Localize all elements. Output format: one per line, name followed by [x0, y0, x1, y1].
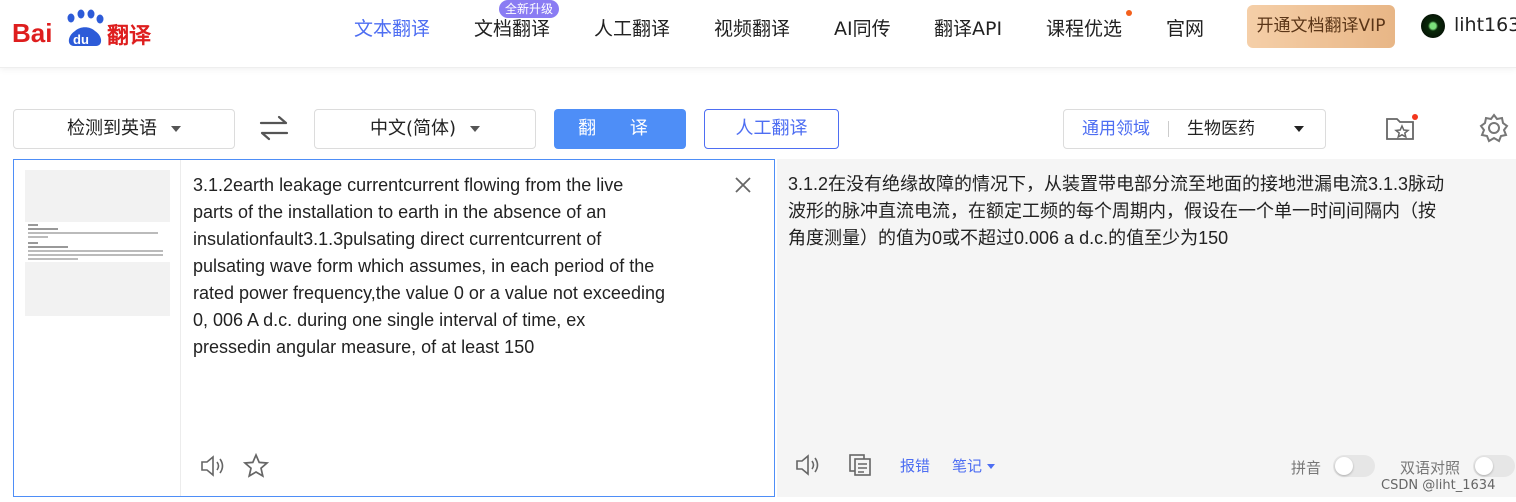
- nav-doc-translate[interactable]: 文档翻译: [474, 14, 550, 41]
- nav-text-translate[interactable]: 文本翻译: [354, 14, 430, 41]
- pinyin-toggle[interactable]: [1333, 455, 1375, 477]
- star-icon[interactable]: [242, 452, 270, 479]
- human-translate-button[interactable]: 人工翻译: [704, 109, 839, 149]
- source-language-select[interactable]: 检测到英语: [13, 109, 235, 149]
- chevron-down-icon: [987, 464, 996, 469]
- svg-text:翻译: 翻译: [107, 24, 152, 49]
- target-language-select[interactable]: 中文(简体): [314, 109, 536, 149]
- pinyin-label: 拼音: [1291, 459, 1322, 477]
- new-upgrade-badge: 全新升级: [499, 0, 560, 18]
- baidu-translate-logo[interactable]: Bai du 翻译: [12, 6, 152, 52]
- nav-ai-interpret[interactable]: AI同传: [834, 14, 891, 41]
- source-panel: 3.1.2earth leakage currentcurrent flowin…: [13, 159, 775, 497]
- nav-video-translate[interactable]: 视频翻译: [714, 14, 790, 41]
- notes-label: 笔记: [952, 457, 983, 475]
- nav-courses[interactable]: 课程优选: [1046, 14, 1122, 41]
- chevron-down-icon[interactable]: [1294, 126, 1304, 132]
- nav-translate-api[interactable]: 翻译API: [934, 14, 1002, 41]
- settings-gear-icon[interactable]: [1478, 112, 1510, 144]
- source-language-label: 检测到英语: [67, 118, 157, 139]
- domain-biomedicine-option[interactable]: 生物医药: [1187, 110, 1255, 148]
- bilingual-label: 双语对照: [1400, 459, 1461, 477]
- speaker-icon[interactable]: [795, 454, 821, 476]
- report-error-link[interactable]: 报错: [900, 455, 930, 476]
- csdn-watermark: CSDN @liht_1634: [1381, 478, 1496, 493]
- svg-text:du: du: [73, 32, 89, 47]
- svg-text:Bai: Bai: [12, 18, 52, 48]
- translate-button[interactable]: 翻 译: [554, 109, 686, 149]
- clear-close-icon[interactable]: [734, 176, 752, 194]
- source-image-thumbnail[interactable]: [25, 170, 170, 316]
- copy-icon[interactable]: [848, 453, 872, 477]
- vip-button[interactable]: 开通文档翻译VIP: [1247, 5, 1395, 48]
- domain-selector: 通用领域 生物医药: [1063, 109, 1326, 149]
- result-panel: 3.1.2在没有绝缘故障的情况下，从装置带电部分流至地面的接地泄漏电流3.1.3…: [777, 159, 1516, 497]
- username: liht1634: [1454, 14, 1516, 36]
- target-language-label: 中文(简体): [369, 118, 457, 139]
- favorites-folder-icon[interactable]: [1385, 113, 1419, 143]
- nav-human-translate[interactable]: 人工翻译: [594, 14, 670, 41]
- chevron-down-icon: [171, 126, 181, 132]
- chevron-down-icon: [470, 126, 481, 132]
- divider: [180, 160, 181, 496]
- top-header: Bai du 翻译 文本翻译 文档翻译 全新升级 人工翻译 视频翻译 AI同传 …: [0, 0, 1516, 68]
- divider: [1168, 121, 1169, 137]
- translation-result-text: 3.1.2在没有绝缘故障的情况下，从装置带电部分流至地面的接地泄漏电流3.1.3…: [788, 174, 1445, 248]
- speaker-icon[interactable]: [200, 455, 226, 477]
- bilingual-toggle[interactable]: [1473, 455, 1515, 477]
- swap-languages-icon[interactable]: [259, 114, 289, 142]
- nav-official-site[interactable]: 官网: [1166, 14, 1204, 41]
- notification-dot: [1126, 10, 1132, 16]
- avatar: [1421, 14, 1445, 38]
- source-text-input[interactable]: 3.1.2earth leakage currentcurrent flowin…: [193, 172, 738, 361]
- baidu-paw-logo-icon: Bai du 翻译: [12, 9, 152, 49]
- notes-dropdown[interactable]: 笔记: [952, 455, 996, 476]
- domain-general-option[interactable]: 通用领域: [1082, 110, 1150, 148]
